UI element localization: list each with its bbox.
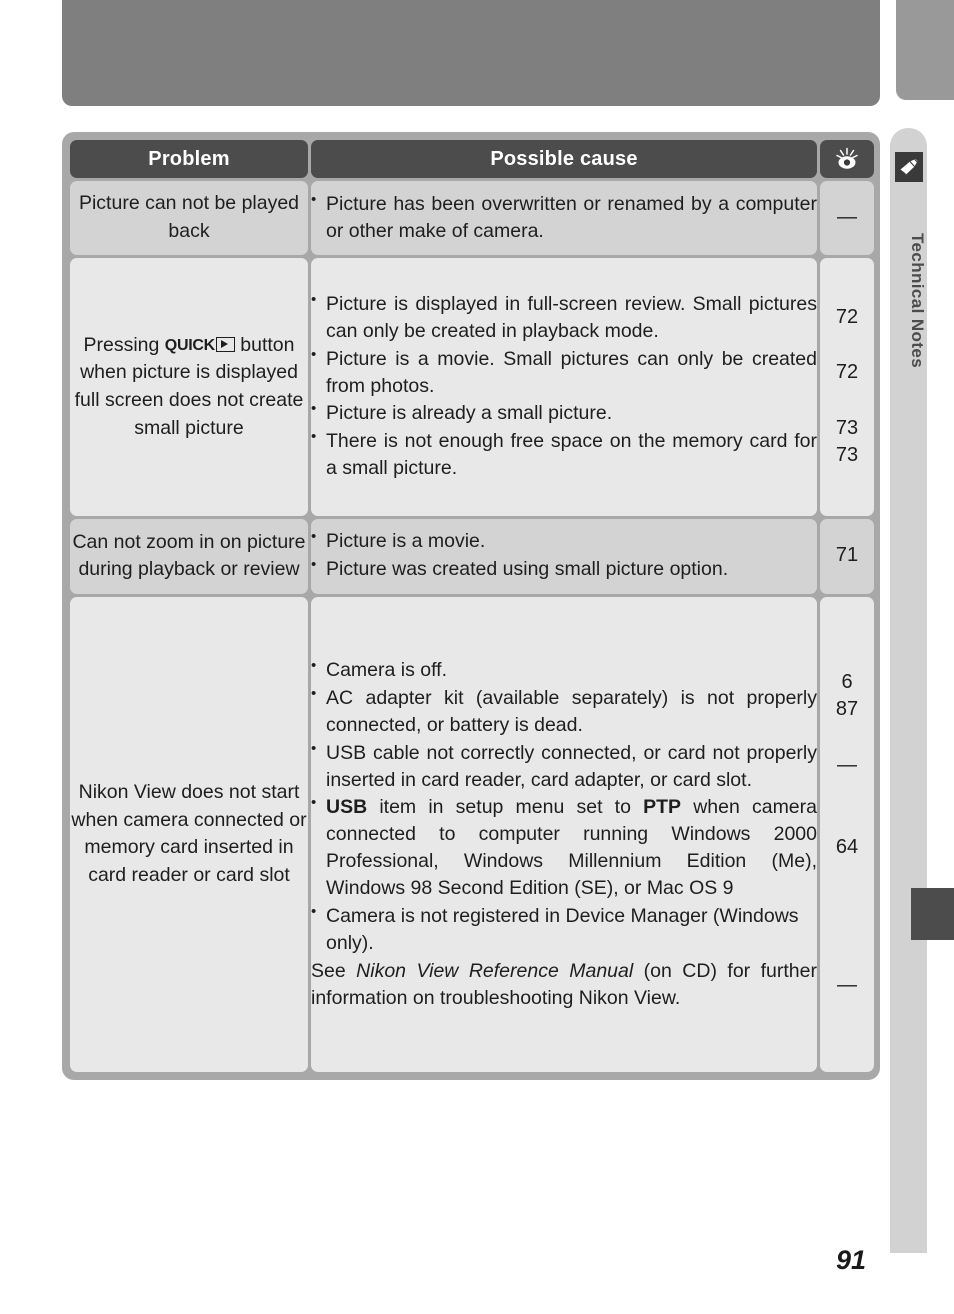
table-row: Can not zoom in on picture during playba… — [70, 518, 874, 594]
cause-list: Picture has been overwritten or renamed … — [311, 190, 817, 245]
cause-item: Picture is already a small picture. — [311, 399, 817, 427]
cause-item-usb: USB item in setup menu set to PTP when c… — [311, 793, 817, 902]
pencil-note-icon — [895, 152, 923, 182]
cause-item: Picture has been overwritten or renamed … — [311, 190, 817, 245]
cause-item: Camera is not registered in Device Manag… — [311, 902, 817, 957]
page-ref: — — [837, 974, 857, 997]
cell-problem: Picture can not be played back — [70, 181, 308, 256]
cause-note: See Nikon View Reference Manual (on CD) … — [311, 959, 817, 1009]
page-ref: 87 — [835, 698, 859, 721]
cause-item: There is not enough free space on the me… — [311, 427, 817, 482]
page-ref: — — [837, 206, 857, 229]
cause-item: Picture is a movie. — [311, 527, 817, 555]
column-header-problem: Problem — [70, 140, 308, 178]
cell-possible-cause: Picture is a movie. Picture was created … — [311, 518, 817, 594]
cell-problem: Can not zoom in on picture during playba… — [70, 518, 308, 594]
thumb-index-label: Technical Notes — [908, 233, 927, 369]
cause-list: Picture is displayed in full-screen revi… — [311, 290, 817, 482]
page-ref: 73 — [835, 416, 859, 439]
top-decorative-banner — [62, 0, 880, 106]
cell-possible-cause: Camera is off. AC adapter kit (available… — [311, 596, 817, 1072]
troubleshooting-table-frame: Problem Possible cause Picture can not b… — [62, 132, 880, 1080]
cell-possible-cause: Picture has been overwritten or renamed … — [311, 181, 817, 256]
cell-page-reference: — — [820, 181, 874, 256]
cause-item: Picture is a movie. Small pictures can o… — [311, 345, 817, 400]
cell-problem: Nikon View does not start when camera co… — [70, 596, 308, 1072]
lightbulb-icon — [820, 146, 874, 172]
table-row: Picture can not be played back Picture h… — [70, 181, 874, 256]
page-ref: 71 — [835, 544, 859, 567]
manual-title: Nikon View Reference Manual — [356, 959, 634, 982]
playback-button-icon — [215, 336, 235, 352]
chapter-edge-marker — [911, 888, 954, 940]
troubleshooting-table: Problem Possible cause Picture can not b… — [67, 137, 877, 1075]
cell-problem: Pressing QUICK button when picture is di… — [70, 258, 308, 516]
page-ref: 73 — [835, 444, 859, 467]
page-ref: 6 — [841, 670, 853, 693]
problem-text-prefix: Pressing — [83, 333, 165, 356]
column-header-possible-cause: Possible cause — [311, 140, 817, 178]
page-ref: 72 — [835, 306, 859, 329]
cell-page-reference: 6 87 0 — 0 0 64 0 0 0 0 — — [820, 596, 874, 1072]
column-header-page-reference — [820, 140, 874, 178]
cause-list: Camera is off. AC adapter kit (available… — [311, 656, 817, 957]
top-decorative-banner-right — [896, 0, 954, 100]
cause-list: Picture is a movie. Picture was created … — [311, 527, 817, 583]
ptp-term: PTP — [643, 796, 682, 819]
cause-item: AC adapter kit (available separately) is… — [311, 684, 817, 739]
page-number: 91 — [836, 1245, 867, 1275]
table-row: Pressing QUICK button when picture is di… — [70, 258, 874, 516]
cause-item: Picture is displayed in full-screen revi… — [311, 290, 817, 345]
usb-term: USB — [326, 796, 368, 819]
page-ref: — — [837, 753, 857, 776]
cause-item: Camera is off. — [311, 656, 817, 684]
cell-page-reference: 71 — [820, 518, 874, 594]
table-header-row: Problem Possible cause — [70, 140, 874, 178]
cell-possible-cause: Picture is displayed in full-screen revi… — [311, 258, 817, 516]
cause-item: Picture was created using small picture … — [311, 555, 817, 583]
cell-page-reference: 72 0 72 0 73 73 — [820, 258, 874, 516]
page-ref: 64 — [835, 836, 859, 859]
quick-button-label: QUICK — [164, 336, 215, 354]
table-row: Nikon View does not start when camera co… — [70, 596, 874, 1072]
page-ref: 72 — [835, 361, 859, 384]
cause-item: USB cable not correctly connected, or ca… — [311, 739, 817, 794]
